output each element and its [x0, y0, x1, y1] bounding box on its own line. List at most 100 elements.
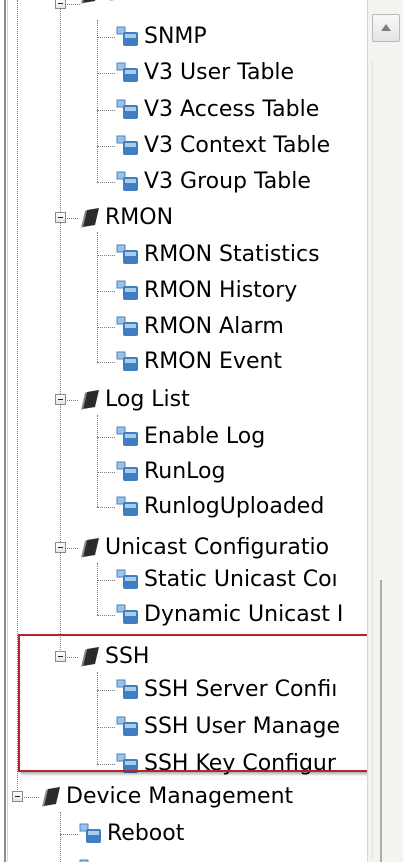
- page-icon: [116, 753, 138, 773]
- tree-item-runlog-uploaded[interactable]: RunlogUploaded: [115, 489, 324, 525]
- folder-book-icon: [81, 647, 99, 667]
- page-icon: [116, 171, 138, 191]
- page-icon: [116, 316, 138, 336]
- tree-item-runlog[interactable]: RunLog: [115, 454, 225, 490]
- collapse-unicast-toggle[interactable]: [55, 542, 66, 553]
- folder-book-icon: [81, 538, 99, 558]
- tree-item-label: RMON Alarm: [144, 314, 284, 339]
- tree-item-ssh-key-configuration[interactable]: SSH Key Configur: [115, 746, 336, 782]
- tree-line: [97, 327, 115, 328]
- page-icon: [116, 135, 138, 155]
- page-icon: [116, 26, 138, 46]
- tree-line: [97, 563, 98, 615]
- collapse-loglist-toggle[interactable]: [55, 394, 66, 405]
- tree-group-label: SSH: [105, 644, 150, 669]
- scroll-up-button[interactable]: [372, 14, 400, 42]
- tree-group-label: RMON: [105, 205, 174, 230]
- tree-line: [97, 146, 115, 147]
- tree-group-ssh[interactable]: SSH: [78, 639, 149, 675]
- tree-item-label: RMON Event: [144, 349, 283, 374]
- scroll-thumb[interactable]: [380, 580, 382, 862]
- tree-item-v3-access-table[interactable]: V3 Access Table: [115, 92, 319, 128]
- tree-item-ssh-server-config[interactable]: SSH Server Confiı: [115, 672, 337, 708]
- tree-group-unicast-configuration[interactable]: Unicast Configuratio: [78, 530, 329, 566]
- tree-item-dynamic-unicast[interactable]: Dynamic Unicast I: [115, 597, 343, 633]
- tree-line: [60, 812, 61, 862]
- page-icon: [116, 716, 138, 736]
- tree-item-label: SSH Server Confiı: [144, 677, 338, 702]
- tree-item-label: Enable Log: [144, 424, 266, 449]
- tree-item-label: Static Unicast Coı: [144, 567, 338, 592]
- tree-item-label: SSH Key Configur: [144, 751, 336, 776]
- folder-book-icon: [81, 208, 99, 228]
- tree-item-reboot[interactable]: Reboot: [78, 816, 184, 852]
- navigation-tree: SNMP SNMP V3 User Table: [0, 0, 366, 862]
- tree-group-label: Unicast Configuratio: [105, 535, 330, 560]
- collapse-device-management-toggle[interactable]: [12, 791, 23, 802]
- page-icon: [116, 604, 138, 624]
- tree-line: [97, 690, 115, 691]
- tree-line: [97, 291, 115, 292]
- tree-line: [97, 415, 98, 507]
- tree-group-label: Device Management: [66, 784, 294, 809]
- tree-item-label: RunLog: [144, 459, 226, 484]
- tree-item-label: V3 Access Table: [144, 97, 320, 122]
- page-icon: [116, 496, 138, 516]
- tree-item-rmon-statistics[interactable]: RMON Statistics: [115, 237, 320, 273]
- page-icon: [116, 461, 138, 481]
- tree-item-label: SSH User Manage: [144, 714, 340, 739]
- collapse-snmp-toggle[interactable]: [55, 0, 66, 9]
- tree-group-log-list[interactable]: Log List: [78, 382, 190, 418]
- tree-item-static-unicast[interactable]: Static Unicast Coı: [115, 562, 338, 598]
- tree-line: [97, 764, 115, 765]
- tree-item-rmon-history[interactable]: RMON History: [115, 273, 297, 309]
- page-icon: [116, 62, 138, 82]
- page-icon: [116, 99, 138, 119]
- tree-line: [97, 182, 115, 183]
- tree-item-label: V3 User Table: [144, 60, 295, 85]
- scroll-track[interactable]: [372, 60, 373, 860]
- folder-book-icon: [81, 0, 96, 4]
- navigation-panel: SNMP SNMP V3 User Table: [0, 0, 403, 862]
- tree-group-device-management[interactable]: Device Management: [39, 779, 293, 815]
- tree-item-rmon-alarm[interactable]: RMON Alarm: [115, 309, 284, 345]
- tree-item-partial[interactable]: [78, 852, 104, 862]
- tree-item-label: RMON Statistics: [144, 242, 320, 267]
- tree-line: [97, 73, 115, 74]
- page-icon: [79, 859, 89, 862]
- page-icon: [79, 823, 101, 843]
- page-icon: [116, 569, 138, 589]
- tree-line: [60, 834, 78, 835]
- page-icon: [116, 244, 138, 264]
- collapse-rmon-toggle[interactable]: [55, 212, 66, 223]
- collapse-ssh-toggle[interactable]: [55, 651, 66, 662]
- tree-line: [97, 437, 115, 438]
- tree-group-rmon[interactable]: RMON: [78, 200, 173, 236]
- tree-item-v3-context-table[interactable]: V3 Context Table: [115, 128, 330, 164]
- tree-item-label: RMON History: [144, 278, 298, 303]
- tree-line: [97, 672, 98, 764]
- tree-item-rmon-event[interactable]: RMON Event: [115, 344, 282, 380]
- tree-item-snmp[interactable]: SNMP: [115, 19, 207, 55]
- tree-group-snmp[interactable]: SNMP: [78, 0, 168, 12]
- tree-line: [97, 37, 115, 38]
- tree-line: [97, 727, 115, 728]
- tree-line: [97, 255, 115, 256]
- tree-item-label: RunlogUploaded: [144, 494, 325, 519]
- tree-item-ssh-user-management[interactable]: SSH User Manage: [115, 709, 340, 745]
- arrow-up-icon: [381, 24, 391, 31]
- tree-item-v3-group-table[interactable]: V3 Group Table: [115, 164, 311, 200]
- tree-item-enable-log[interactable]: Enable Log: [115, 419, 265, 455]
- tree-line: [97, 20, 98, 182]
- page-icon: [116, 280, 138, 300]
- tree-line: [97, 615, 115, 616]
- folder-book-icon: [81, 390, 99, 410]
- page-icon: [116, 679, 138, 699]
- tree-line: [97, 362, 115, 363]
- vertical-scrollbar[interactable]: [367, 0, 403, 862]
- tree-line: [97, 110, 115, 111]
- tree-line: [17, 0, 18, 800]
- tree-line: [60, 0, 61, 662]
- tree-item-v3-user-table[interactable]: V3 User Table: [115, 55, 294, 91]
- page-icon: [116, 351, 138, 371]
